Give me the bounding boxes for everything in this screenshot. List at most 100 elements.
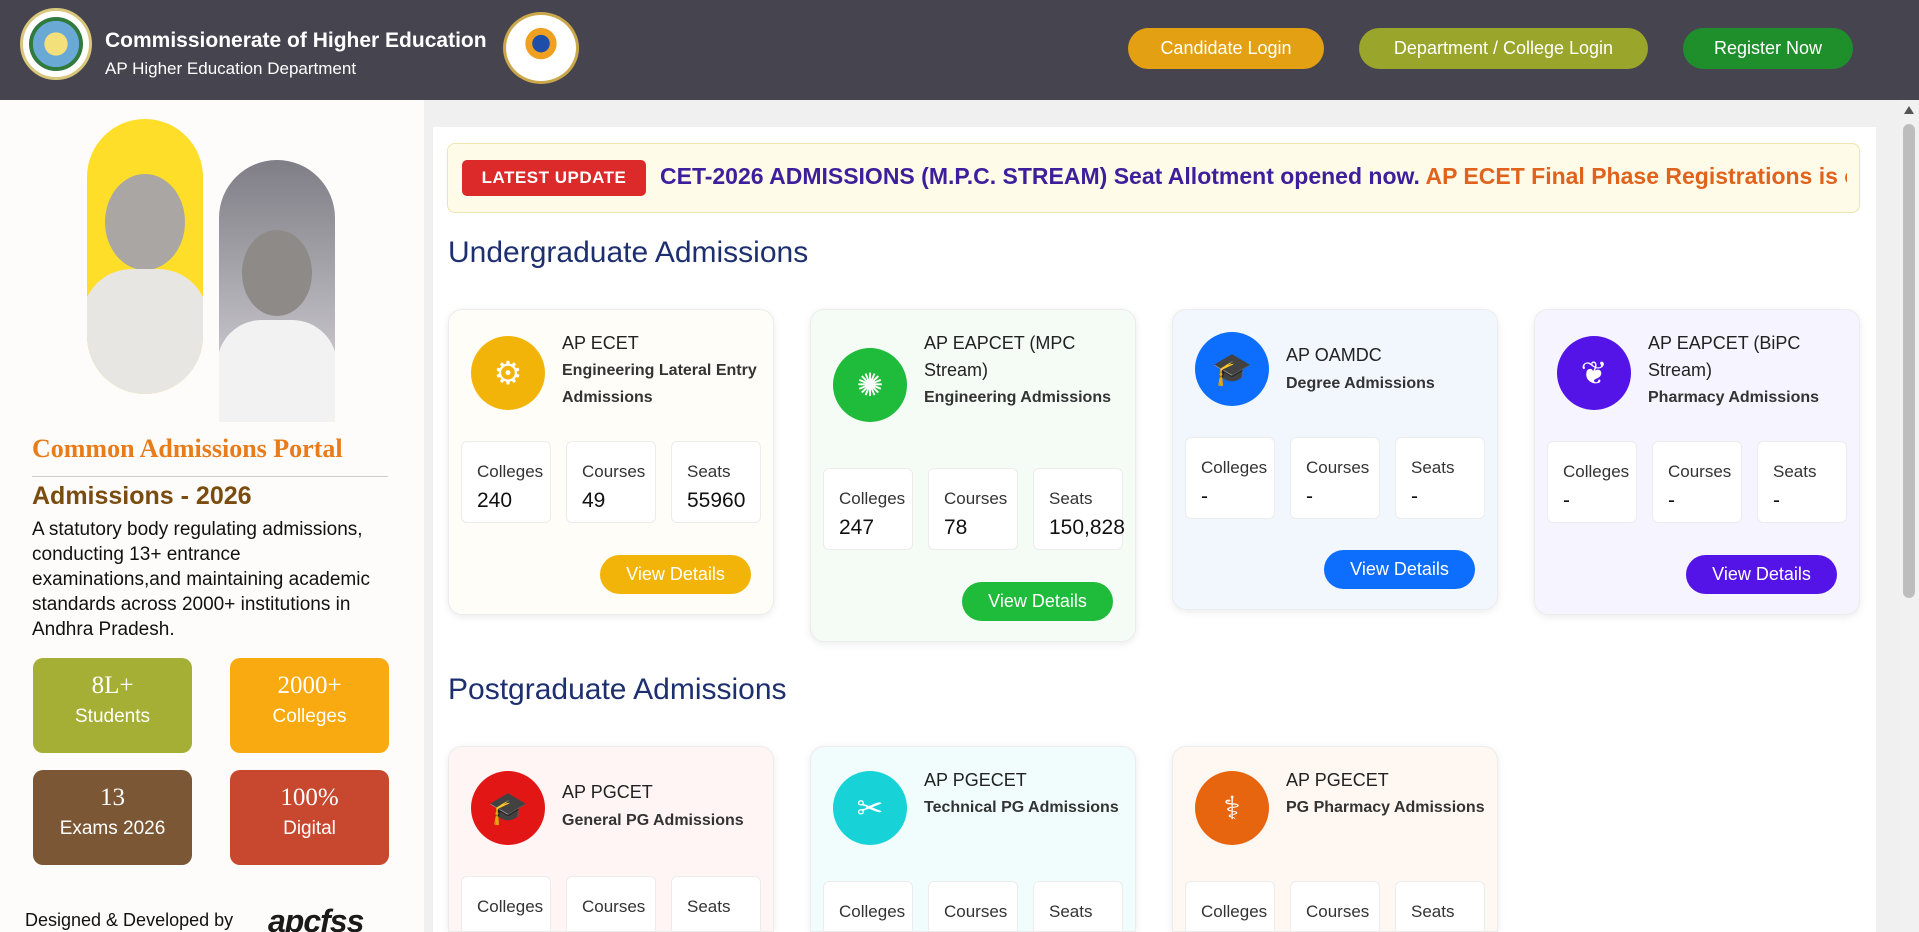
apcfss-logo[interactable]: apcfss: [268, 903, 364, 932]
view-details-button[interactable]: View Details: [962, 582, 1113, 621]
courses-label: Courses: [1306, 458, 1370, 477]
sidebar: Common Admissions Portal Admissions - 20…: [0, 100, 424, 932]
stat-value: 13: [100, 784, 125, 811]
seats-label: Seats: [1773, 462, 1817, 481]
stat-colleges: 2000+ Colleges: [230, 658, 389, 753]
scrollbar-thumb[interactable]: [1903, 124, 1915, 598]
admission-card-ap-oamdc: 🎓 AP OAMDC Degree Admissions Colleges - C…: [1172, 309, 1498, 610]
card-description: Technical PG Admissions: [924, 799, 1119, 816]
state-emblem-logo: [20, 8, 92, 80]
view-details-button[interactable]: View Details: [1686, 555, 1837, 594]
courses-count: Courses 78: [928, 468, 1018, 550]
latest-update-label: LATEST UPDATE: [462, 160, 646, 196]
seats-count: Seats 150,828: [1033, 468, 1125, 550]
colleges-count: Colleges: [823, 881, 913, 931]
seats-count: Seats -: [1757, 441, 1847, 523]
candidate-login-button[interactable]: Candidate Login: [1128, 28, 1324, 69]
colleges-count: Colleges 247: [823, 468, 913, 550]
seats-count: Seats: [1395, 881, 1485, 931]
seats-label: Seats: [687, 462, 731, 481]
stat-value: 2000+: [277, 672, 342, 699]
stat-label: Digital: [283, 818, 336, 839]
courses-value: -: [1668, 489, 1675, 512]
card-name: AP PGECET: [924, 770, 1027, 790]
scroll-up-arrow-icon[interactable]: [1904, 106, 1914, 114]
colleges-label: Colleges: [477, 462, 544, 481]
ticker-message-2[interactable]: AP ECET Final Phase Registrations is ope: [1426, 163, 1848, 189]
site-subtitle: AP Higher Education Department: [105, 59, 357, 78]
courses-label: Courses: [944, 489, 1008, 508]
colleges-label: Colleges: [839, 902, 906, 921]
colleges-label: Colleges: [1201, 902, 1268, 921]
seats-count: Seats: [1033, 881, 1123, 931]
admission-card-ap-ecet: ⚙ AP ECET Engineering Lateral Entry Admi…: [448, 309, 774, 615]
seats-label: Seats: [687, 897, 731, 916]
courses-label: Courses: [582, 897, 646, 916]
commissionerate-logo: [503, 12, 579, 84]
courses-count: Courses: [1290, 881, 1380, 931]
card-name: AP EAPCET (BiPC Stream): [1648, 333, 1801, 380]
card-name: AP OAMDC: [1286, 345, 1382, 365]
seats-value: 150,828: [1049, 516, 1125, 539]
colleges-value: 247: [839, 516, 875, 539]
top-header: Commissionerate of Higher Education AP H…: [0, 0, 1919, 100]
colleges-count: Colleges -: [1185, 437, 1275, 519]
view-details-button[interactable]: View Details: [600, 555, 751, 594]
admission-card-ap-eapcet-mpc: ✺ AP EAPCET (MPC Stream) Engineering Adm…: [810, 309, 1136, 642]
stat-label: Colleges: [272, 706, 347, 727]
view-details-button[interactable]: View Details: [1324, 550, 1475, 589]
courses-label: Courses: [582, 462, 646, 481]
courses-count: Courses 49: [566, 441, 656, 523]
colleges-value: 240: [477, 489, 513, 512]
colleges-label: Colleges: [477, 897, 544, 916]
stat-value: 8L+: [91, 672, 134, 699]
courses-label: Courses: [1668, 462, 1732, 481]
admission-card-ap-pgcet: 🎓 AP PGCET General PG Admissions College…: [448, 746, 774, 932]
leader-photo-2: [219, 160, 335, 422]
admission-card-ap-eapcet-bipc: ❦ AP EAPCET (BiPC Stream) Pharmacy Admis…: [1534, 309, 1860, 615]
seats-value: -: [1773, 489, 1780, 512]
graduation-cap-icon: 🎓: [1195, 332, 1269, 406]
colleges-value: -: [1563, 489, 1570, 512]
courses-value: 49: [582, 489, 606, 512]
seats-label: Seats: [1049, 489, 1093, 508]
ticker-message[interactable]: CET-2026 ADMISSIONS (M.P.C. STREAM) Seat…: [660, 163, 1847, 190]
ticker-message-1[interactable]: CET-2026 ADMISSIONS (M.P.C. STREAM) Seat…: [660, 163, 1420, 189]
card-description: Degree Admissions: [1286, 375, 1435, 392]
colleges-label: Colleges: [1201, 458, 1268, 477]
card-name: AP ECET: [562, 333, 639, 353]
colleges-count: Colleges -: [1547, 441, 1637, 523]
admissions-year: Admissions - 2026: [32, 482, 252, 510]
stat-students: 8L+ Students: [33, 658, 192, 753]
undergraduate-section-title: Undergraduate Admissions: [448, 236, 809, 269]
site-title: Commissionerate of Higher Education: [105, 29, 487, 52]
caduceus-icon: ⚕: [1195, 771, 1269, 845]
card-description: PG Pharmacy Admissions: [1286, 799, 1485, 816]
courses-count: Courses: [566, 876, 656, 931]
latest-update-ticker: LATEST UPDATE CET-2026 ADMISSIONS (M.P.C…: [447, 143, 1860, 213]
portal-description: A statutory body regulating admissions, …: [32, 519, 370, 640]
graduate-icon: 🎓: [471, 771, 545, 845]
colleges-count: Colleges: [1185, 881, 1275, 931]
courses-label: Courses: [944, 902, 1008, 921]
colleges-count: Colleges: [461, 876, 551, 931]
courses-label: Courses: [1306, 902, 1370, 921]
postgraduate-section-title: Postgraduate Admissions: [448, 673, 787, 706]
courses-value: -: [1306, 485, 1313, 508]
stat-digital: 100% Digital: [230, 770, 389, 865]
card-name: AP PGECET: [1286, 770, 1389, 790]
seats-label: Seats: [1411, 458, 1455, 477]
card-description: Engineering Admissions: [924, 389, 1111, 406]
seats-label: Seats: [1411, 902, 1455, 921]
register-now-button[interactable]: Register Now: [1683, 28, 1853, 69]
colleges-count: Colleges 240: [461, 441, 551, 523]
leaf-icon: ❦: [1557, 336, 1631, 410]
card-description: Pharmacy Admissions: [1648, 389, 1820, 406]
seats-value: 55960: [687, 489, 746, 512]
admission-card-ap-pgecet-technical: ✂ AP PGECET Technical PG Admissions Coll…: [810, 746, 1136, 932]
department-login-button[interactable]: Department / College Login: [1359, 28, 1648, 69]
stat-label: Exams 2026: [59, 818, 166, 839]
seats-label: Seats: [1049, 902, 1093, 921]
colleges-label: Colleges: [839, 489, 906, 508]
seats-count: Seats -: [1395, 437, 1485, 519]
